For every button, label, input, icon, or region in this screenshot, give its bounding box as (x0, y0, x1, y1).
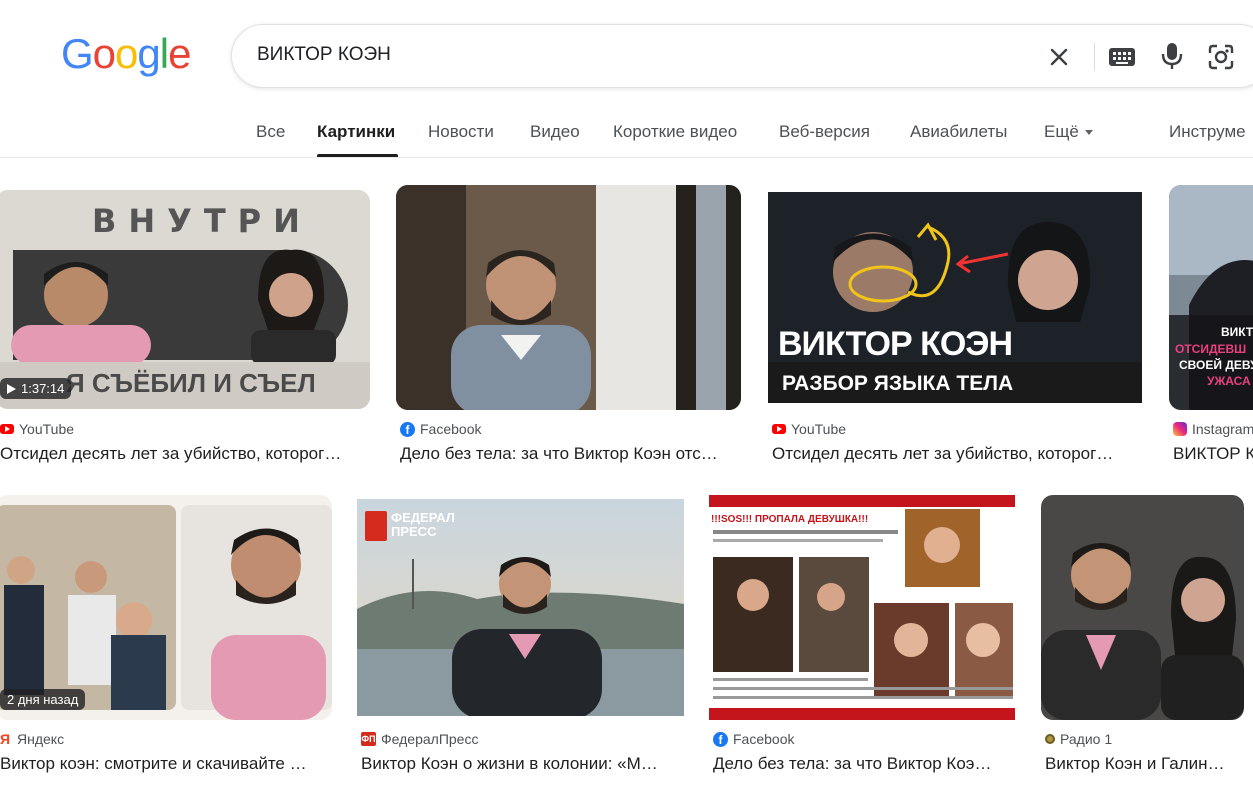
logo-letter: o (92, 30, 116, 77)
date-badge-text: 2 дня назад (7, 692, 79, 707)
result-title[interactable]: Отсидел десять лет за убийство, которог… (0, 444, 362, 464)
tab-videos[interactable]: Видео (530, 122, 580, 142)
federalpress-logo (365, 511, 387, 541)
result-thumbnail[interactable]: 2 дня назад (0, 495, 332, 720)
search-tabs: Все Картинки Новости Видео Короткие виде… (0, 104, 1253, 158)
search-divider (1094, 43, 1095, 71)
result-thumbnail[interactable]: ВИКТОР КОЭН РАЗБОР ЯЗЫКА ТЕЛА (768, 192, 1142, 403)
result-source: f Facebook (400, 421, 481, 437)
result-source: YouTube (0, 421, 74, 437)
result-title[interactable]: Дело без тела: за что Виктор Коэн отс… (400, 444, 741, 464)
tab-short-videos[interactable]: Короткие видео (613, 122, 737, 142)
thumbnail-caption: УЖАСА (1207, 374, 1251, 388)
thumbnail-caption: ВИКТ (1221, 325, 1253, 339)
source-label: YouTube (791, 421, 847, 437)
source-label: Яндекс (17, 731, 65, 747)
tab-news[interactable]: Новости (428, 122, 494, 142)
date-badge: 2 дня назад (0, 689, 86, 710)
result-thumbnail[interactable]: ВНУТРИ Я СЪЁБИЛ И СЪЕЛ 1:37:14 (0, 190, 370, 409)
result-title[interactable]: Дело без тела: за что Виктор Коэ… (713, 754, 1015, 774)
federalpress-icon: ФП (361, 732, 376, 746)
result-title[interactable]: Виктор коэн: смотрите и скачивайте … (0, 754, 330, 774)
source-label: Радио 1 (1060, 731, 1113, 747)
source-label: Facebook (420, 421, 482, 437)
result-thumbnail[interactable]: !!!SOS!!! ПРОПАЛА ДЕВУШКА!!! (709, 495, 1015, 720)
result-title[interactable]: Отсидел десять лет за убийство, которог… (772, 444, 1142, 464)
yandex-icon: Я (0, 731, 11, 747)
result-thumbnail[interactable]: ФЕДЕРАЛ ПРЕСС (357, 499, 684, 716)
thumbnail-caption: !!!SOS!!! ПРОПАЛА ДЕВУШКА!!! (711, 514, 869, 525)
svg-text:ВНУТРИ: ВНУТРИ (92, 202, 312, 240)
result-thumbnail[interactable] (396, 185, 741, 410)
search-box[interactable]: ВИКТОР КОЭН (231, 24, 1253, 88)
tab-all[interactable]: Все (256, 122, 285, 142)
tab-web[interactable]: Веб-версия (779, 122, 870, 142)
tab-more-label: Ещё (1044, 122, 1079, 141)
clear-icon[interactable] (1045, 43, 1073, 71)
logo-letter: G (61, 30, 94, 77)
tab-tools[interactable]: Инструме (1169, 122, 1246, 142)
source-label: YouTube (19, 421, 75, 437)
thumbnail-caption: ОТСИДЕВШ (1175, 342, 1247, 356)
google-logo[interactable]: Google (61, 30, 191, 78)
logo-letter: e (168, 30, 191, 77)
thumbnail-caption: СВОЕЙ ДЕВУ (1179, 358, 1253, 372)
logo-letter: o (115, 30, 138, 77)
radio-icon (1045, 734, 1055, 744)
source-label: Instagram (1192, 421, 1253, 437)
thumbnail-caption: Я СЪЁБИЛ И СЪЕЛ (66, 368, 316, 398)
microphone-icon[interactable] (1160, 41, 1184, 71)
result-title[interactable]: Виктор Коэн о жизни в колонии: «М… (361, 754, 684, 774)
result-title[interactable]: ВИКТОР К (1173, 444, 1253, 464)
tab-active-indicator (317, 154, 398, 157)
duration-text: 1:37:14 (21, 381, 65, 396)
logo-letter: g (137, 30, 160, 77)
result-source: Instagram (1173, 421, 1253, 437)
result-source: f Facebook (713, 731, 794, 747)
result-source: ФП ФедералПресс (361, 731, 478, 747)
result-thumbnail[interactable] (1041, 495, 1244, 720)
search-input[interactable]: ВИКТОР КОЭН (257, 44, 391, 66)
tab-more[interactable]: Ещё (1044, 122, 1093, 142)
thumbnail-subcaption: РАЗБОР ЯЗЫКА ТЕЛА (782, 372, 1014, 395)
result-title[interactable]: Виктор Коэн и Галин… (1045, 754, 1244, 774)
youtube-icon (0, 424, 14, 434)
source-label: ФедералПресс (381, 731, 479, 747)
facebook-icon: f (713, 731, 728, 747)
result-source: Радио 1 (1045, 731, 1112, 747)
result-source: YouTube (772, 421, 846, 437)
thumbnail-caption: ФЕДЕРАЛ ПРЕСС (391, 510, 455, 539)
play-icon (7, 383, 16, 394)
result-thumbnail[interactable]: ВИКТ ОТСИДЕВШ СВОЕЙ ДЕВУ УЖАСА (1169, 185, 1253, 410)
source-label: Facebook (733, 731, 795, 747)
keyboard-icon[interactable] (1108, 45, 1136, 69)
tab-images[interactable]: Картинки (317, 122, 395, 142)
facebook-icon: f (400, 421, 415, 437)
google-lens-icon[interactable] (1207, 43, 1235, 71)
result-source: Я Яндекс (0, 731, 64, 747)
youtube-icon (772, 424, 786, 434)
thumbnail-caption: ВИКТОР КОЭН (778, 325, 1013, 363)
logo-letter: l (159, 30, 169, 77)
instagram-icon (1173, 422, 1187, 436)
tab-flights[interactable]: Авиабилеты (910, 122, 1007, 142)
chevron-down-icon (1084, 130, 1093, 136)
video-duration-badge: 1:37:14 (0, 378, 72, 399)
